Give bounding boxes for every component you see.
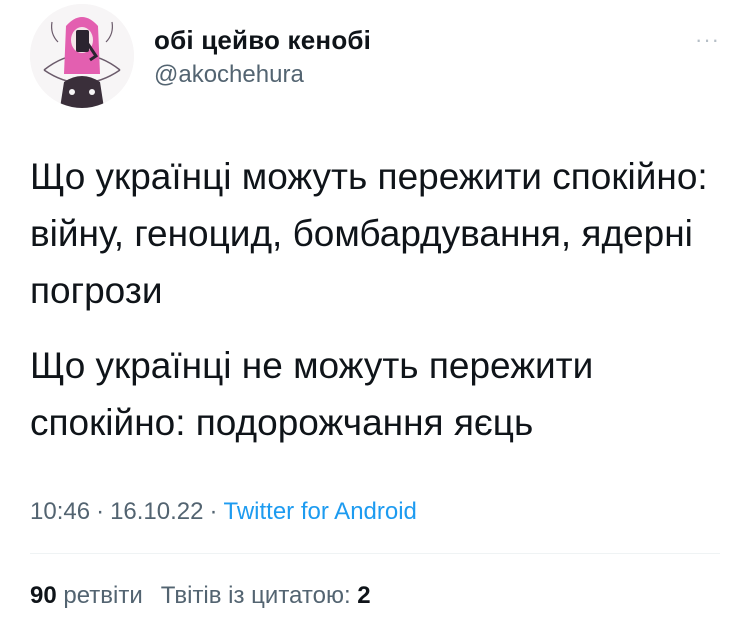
tweet-paragraph: Що українці не можуть пережити спокійно:… bbox=[30, 345, 594, 443]
avatar[interactable] bbox=[30, 4, 134, 108]
retweets-stat[interactable]: 90 ретвіти bbox=[30, 582, 143, 609]
quotes-count: 2 bbox=[357, 582, 371, 609]
meta-separator: · bbox=[96, 498, 105, 525]
tweet-source-link[interactable]: Twitter for Android bbox=[223, 498, 416, 525]
tweet-text: Що українці можуть пережити спокійно: ві… bbox=[30, 148, 720, 451]
meta-separator: · bbox=[209, 498, 218, 525]
quotes-stat[interactable]: Твітів із цитатою: 2 bbox=[161, 582, 371, 609]
tweet-header: обі цейво кенобі @akochehura ··· bbox=[30, 4, 720, 108]
tweet-paragraph: Що українці можуть пережити спокійно: ві… bbox=[30, 156, 708, 311]
author-display-name[interactable]: обі цейво кенобі bbox=[154, 24, 371, 56]
quotes-label: Твітів із цитатою: bbox=[160, 582, 351, 609]
tweet: обі цейво кенобі @akochehura ··· Що укра… bbox=[0, 0, 750, 625]
retweets-label: ретвіти bbox=[63, 582, 143, 609]
retweets-count: 90 bbox=[30, 582, 57, 609]
tweet-date[interactable]: 16.10.22 bbox=[110, 498, 203, 525]
tweet-time[interactable]: 10:46 bbox=[30, 498, 90, 525]
author-handle[interactable]: @akochehura bbox=[154, 60, 371, 90]
avatar-illustration bbox=[30, 4, 134, 108]
author-names: обі цейво кенобі @akochehura bbox=[154, 24, 371, 90]
divider bbox=[30, 553, 720, 554]
more-options-icon[interactable]: ··· bbox=[695, 29, 720, 51]
tweet-stats: 90 ретвіти Твітів із цитатою: 2 bbox=[30, 580, 371, 612]
tweet-meta: 10:46 · 16.10.22 · Twitter for Android bbox=[30, 496, 417, 528]
